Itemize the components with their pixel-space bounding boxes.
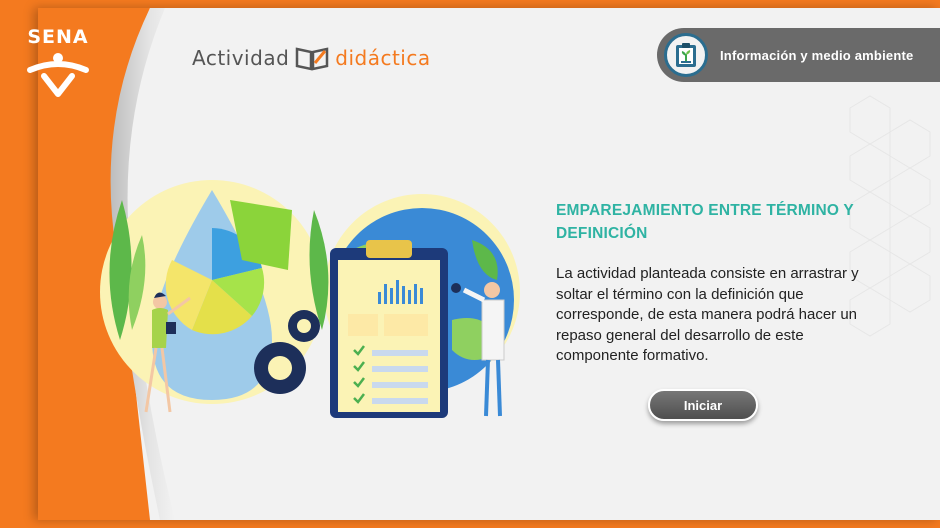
topic-header: Información y medio ambiente xyxy=(657,28,940,82)
activity-title: EMPAREJAMIENTO ENTRE TÉRMINO Y DEFINICIÓ… xyxy=(556,202,854,242)
open-book-pencil-icon xyxy=(296,47,329,71)
brand-word-activity: Actividad xyxy=(192,46,290,70)
environment-illustration xyxy=(100,180,520,418)
topic-label: Información y medio ambiente xyxy=(720,47,914,63)
sena-logo: SENA xyxy=(16,26,100,98)
activity-brand: Actividad didáctica xyxy=(192,42,431,74)
sena-emblem-icon xyxy=(27,53,89,97)
start-button[interactable]: Iniciar xyxy=(648,389,758,421)
brand-word-didactica: didáctica xyxy=(335,46,431,70)
clipboard-plant-icon xyxy=(664,33,708,77)
person-scientist xyxy=(484,282,500,298)
activity-description: La actividad planteada consiste en arras… xyxy=(556,265,859,364)
